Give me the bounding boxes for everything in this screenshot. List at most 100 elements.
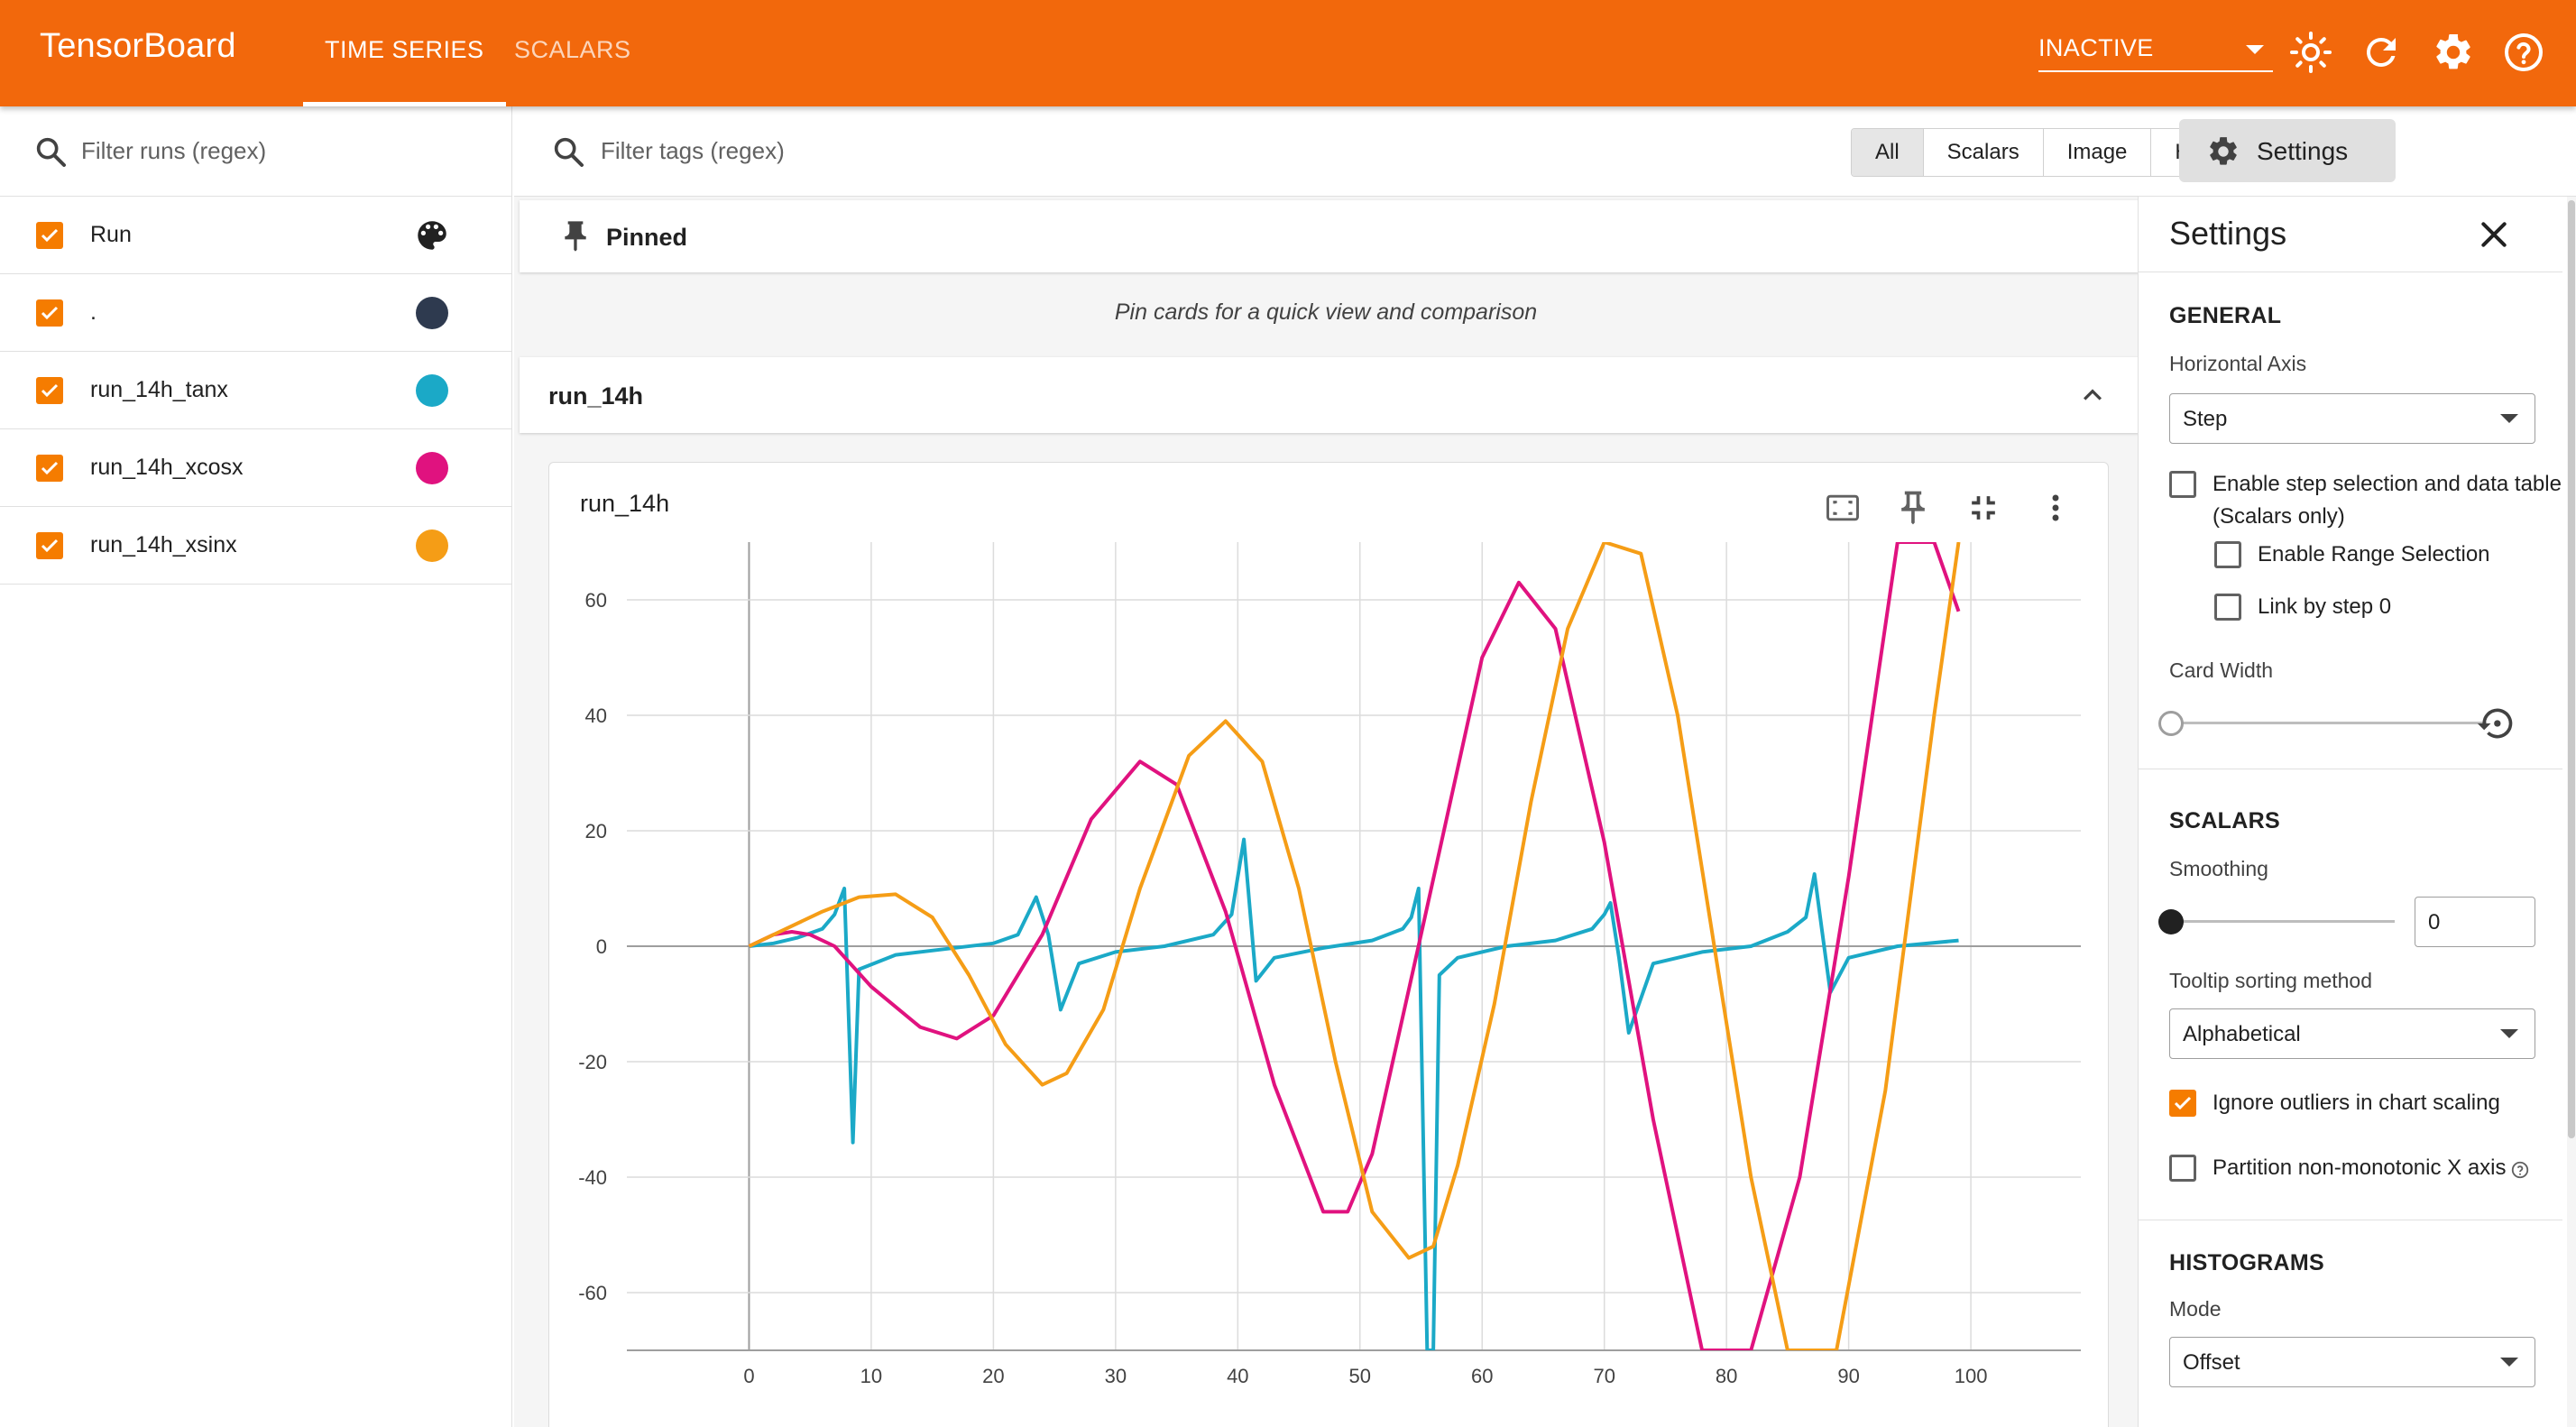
reload-status-select[interactable]: INACTIVE (2038, 27, 2273, 72)
card-width-slider-knob[interactable] (2158, 711, 2184, 736)
tooltip-sort-select[interactable]: Alphabetical (2169, 1008, 2535, 1059)
run-checkbox[interactable] (36, 377, 63, 404)
link-by-step-label: Link by step 0 (2258, 594, 2392, 619)
settings-button[interactable]: Settings (2179, 119, 2396, 182)
scalar-card: run_14h 0 10 20 30 40 50 60 70 80 90 100 60 40 20 0 -20… (548, 462, 2109, 1427)
run-checkbox[interactable] (36, 532, 63, 559)
x-tick-label: 0 (743, 1365, 754, 1387)
link-by-step-checkbox[interactable] (2214, 594, 2241, 621)
pin-icon (565, 221, 586, 252)
horizontal-axis-select[interactable]: Step (2169, 393, 2535, 444)
tooltip-sort-label: Tooltip sorting method (2169, 969, 2373, 992)
horizontal-axis-value: Step (2183, 407, 2228, 431)
search-icon (554, 137, 584, 167)
scalar-chart[interactable]: 0 10 20 30 40 50 60 70 80 90 100 60 40 20 0 -20 -40 -60 (549, 463, 2110, 1427)
gear-icon (2210, 137, 2237, 165)
card-group-title: run_14h (548, 382, 644, 410)
smoothing-slider-track[interactable] (2171, 920, 2395, 923)
range-selection-checkbox[interactable] (2214, 541, 2241, 568)
histogram-mode-select[interactable]: Offset (2169, 1337, 2535, 1387)
y-tick-label: 60 (585, 589, 607, 612)
step-selection-sublabel: (Scalars only) (2213, 504, 2345, 529)
select-all-runs-checkbox[interactable] (36, 222, 63, 249)
settings-title: Settings (2169, 215, 2287, 252)
tab-time-series[interactable]: TIME SERIES (303, 0, 506, 106)
chevron-down-icon (2246, 45, 2264, 54)
type-filter-scalars[interactable]: Scalars (1922, 129, 2043, 176)
run-color-swatch[interactable] (416, 452, 448, 484)
settings-panel: Settings GENERAL Horizontal Axis Step En… (2138, 197, 2576, 1427)
run-row[interactable]: run_14h_xsinx (0, 507, 512, 585)
reload-icon[interactable] (2360, 31, 2403, 74)
step-selection-label: Enable step selection and data table (2213, 472, 2562, 496)
ignore-outliers-checkbox[interactable] (2169, 1090, 2196, 1117)
settings-scrollbar[interactable] (2567, 197, 2576, 1427)
general-section-title: GENERAL (2169, 303, 2282, 328)
top-app-bar: TensorBoard TIME SERIES SCALARS INACTIVE (0, 0, 2576, 106)
reset-icon[interactable] (2476, 704, 2516, 743)
settings-header: Settings (2139, 197, 2562, 272)
scrollbar-thumb[interactable] (2568, 200, 2575, 1138)
main-content: Filter tags (regex) All Scalars Image Hi… (514, 106, 2576, 1427)
pinned-title: Pinned (606, 224, 688, 251)
run-checkbox[interactable] (36, 455, 63, 482)
y-tick-label: 20 (585, 820, 607, 842)
type-filter-all[interactable]: All (1852, 129, 1923, 176)
card-width-slider-track[interactable] (2171, 722, 2487, 724)
reload-status-value: INACTIVE (2038, 34, 2154, 61)
theme-toggle-icon[interactable] (2289, 31, 2332, 74)
partition-label: Partition non-monotonic X axis (2213, 1155, 2507, 1180)
runs-header-label: Run (90, 222, 132, 247)
help-icon[interactable] (2502, 31, 2545, 74)
run-row[interactable]: run_14h_xcosx (0, 429, 512, 507)
x-tick-label: 30 (1105, 1365, 1127, 1387)
histogram-mode-value: Offset (2183, 1350, 2240, 1375)
run-label: run_14h_xsinx (90, 532, 237, 557)
y-tick-label: -20 (578, 1051, 607, 1073)
gear-icon[interactable] (2432, 31, 2475, 74)
runs-filter[interactable]: Filter runs (regex) (0, 106, 512, 197)
x-tick-label: 50 (1349, 1365, 1371, 1387)
smoothing-slider-knob[interactable] (2158, 909, 2184, 934)
run-label: . (90, 299, 97, 325)
run-checkbox[interactable] (36, 299, 63, 327)
runs-filter-input[interactable]: Filter runs (regex) (81, 137, 266, 165)
x-tick-label: 20 (982, 1365, 1004, 1387)
x-tick-label: 60 (1471, 1365, 1493, 1387)
x-tick-label: 10 (860, 1365, 882, 1387)
run-row[interactable]: . (0, 274, 512, 352)
pinned-section-header: Pinned (520, 200, 2139, 272)
chevron-down-icon (2500, 414, 2518, 423)
partition-checkbox[interactable] (2169, 1155, 2196, 1182)
chevron-up-icon[interactable] (2075, 377, 2111, 413)
ignore-outliers-label: Ignore outliers in chart scaling (2213, 1091, 2500, 1115)
run-label: run_14h_tanx (90, 377, 228, 402)
tag-filter-input[interactable]: Filter tags (regex) (601, 137, 785, 165)
step-selection-checkbox[interactable] (2169, 471, 2196, 498)
settings-button-label: Settings (2257, 137, 2349, 165)
type-filter-image[interactable]: Image (2042, 129, 2151, 176)
horizontal-axis-label: Horizontal Axis (2169, 352, 2307, 375)
smoothing-label: Smoothing (2169, 857, 2268, 880)
tab-scalars[interactable]: SCALARS (492, 0, 653, 106)
y-tick-label: -40 (578, 1166, 607, 1189)
tooltip-sort-value: Alphabetical (2183, 1022, 2301, 1046)
run-color-swatch[interactable] (416, 374, 448, 407)
smoothing-input[interactable]: 0 (2415, 897, 2535, 947)
close-icon[interactable] (2476, 216, 2512, 253)
runs-header-row: Run (0, 197, 512, 274)
x-tick-label: 90 (1837, 1365, 1859, 1387)
palette-icon[interactable] (413, 216, 451, 254)
chevron-down-icon (2500, 1358, 2518, 1367)
x-tick-label: 70 (1593, 1365, 1615, 1387)
histograms-section-title: HISTOGRAMS (2169, 1250, 2324, 1275)
run-color-swatch[interactable] (416, 529, 448, 562)
card-group-header[interactable]: run_14h (520, 357, 2139, 433)
chevron-down-icon (2500, 1029, 2518, 1038)
x-tick-label: 40 (1227, 1365, 1248, 1387)
card-width-label: Card Width (2169, 658, 2274, 682)
y-tick-label: 0 (596, 935, 607, 958)
help-icon[interactable] (2510, 1160, 2530, 1180)
run-row[interactable]: run_14h_tanx (0, 352, 512, 429)
run-color-swatch[interactable] (416, 297, 448, 329)
